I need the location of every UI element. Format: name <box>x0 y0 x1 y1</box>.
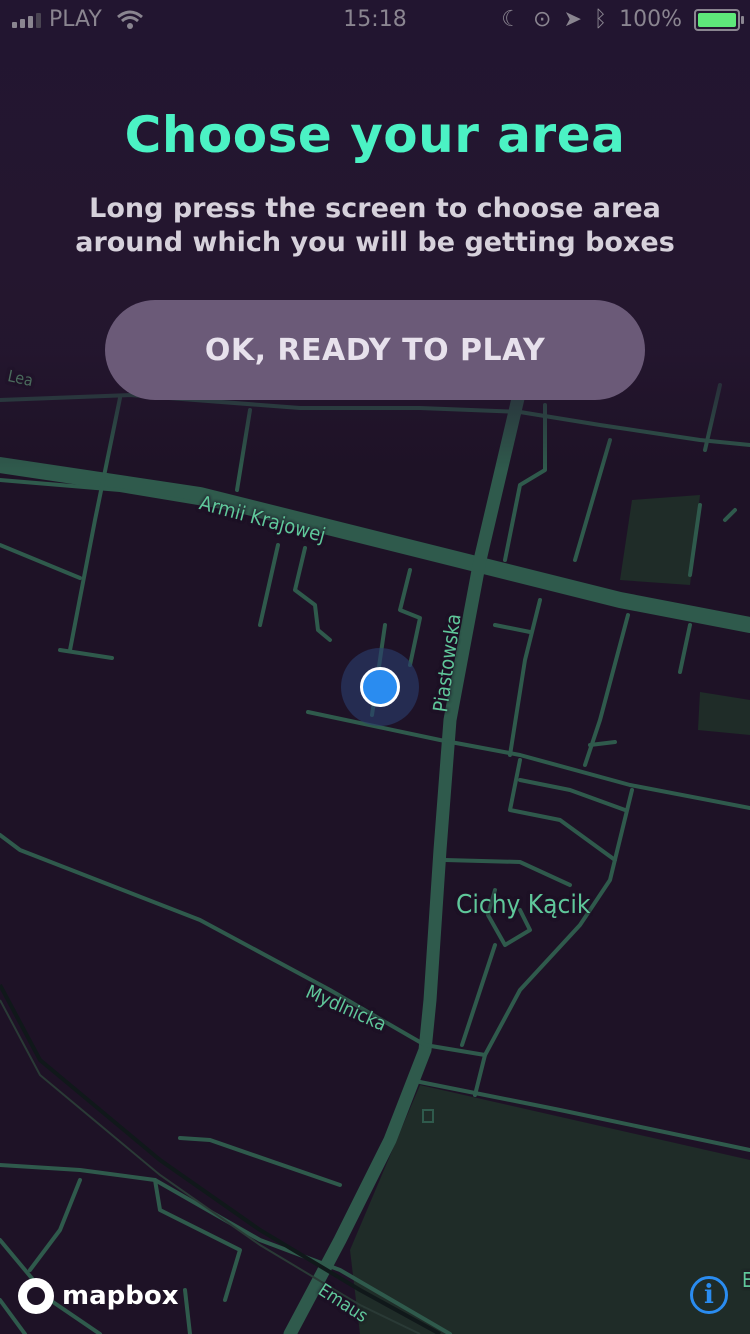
bluetooth-icon: ᛒ <box>593 7 608 32</box>
status-right: ☾ ⊙ ➤ ᛒ 100% <box>501 7 744 32</box>
battery-percent: 100% <box>619 7 682 32</box>
mapbox-logo[interactable]: mapbox <box>18 1278 179 1314</box>
orientation-lock-icon: ⊙ <box>533 7 552 32</box>
battery-icon <box>694 8 744 31</box>
attribution-info-button[interactable]: i <box>690 1276 728 1314</box>
place-label-cichy-kacik: Cichy Kącik <box>456 890 591 920</box>
ready-to-play-button[interactable]: OK, READY TO PLAY <box>105 300 645 400</box>
mapbox-wordmark: mapbox <box>62 1281 179 1311</box>
status-bar: PLAY 15:18 ☾ ⊙ ➤ ᛒ 100% <box>0 0 750 40</box>
moon-icon: ☾ <box>501 7 522 32</box>
mapbox-mark-icon <box>18 1278 54 1314</box>
street-label-edge: E <box>742 1268 750 1292</box>
page-subtitle: Long press the screen to choose area aro… <box>75 193 675 258</box>
page-title: Choose your area <box>124 106 626 164</box>
user-location-marker <box>341 648 419 726</box>
user-location-dot <box>360 667 400 707</box>
location-arrow-icon: ➤ <box>563 7 582 32</box>
